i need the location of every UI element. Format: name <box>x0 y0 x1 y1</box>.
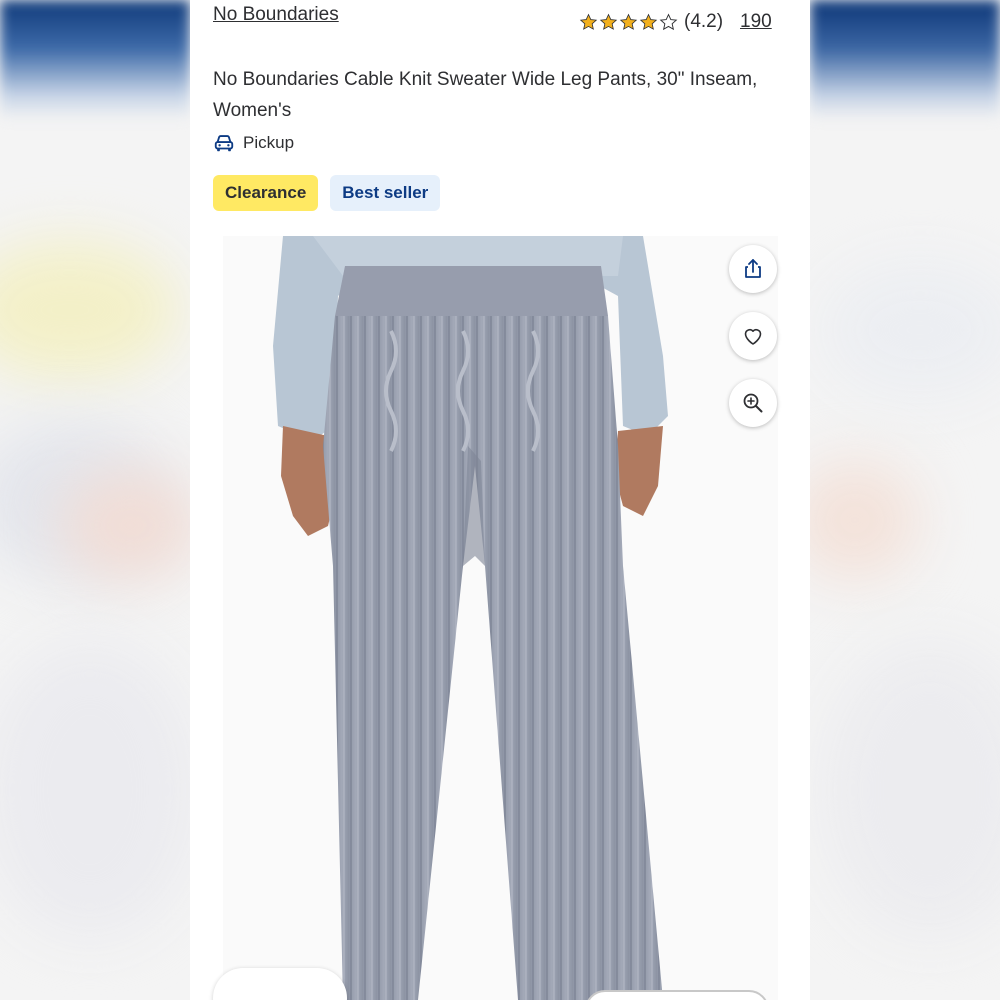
rating-value: (4.2) <box>684 11 724 32</box>
bottom-action-button[interactable] <box>585 990 769 1000</box>
fulfillment-option: Pickup <box>213 132 294 154</box>
product-image[interactable] <box>223 236 778 1000</box>
image-pager-control[interactable] <box>213 968 347 1000</box>
share-button[interactable] <box>729 245 777 293</box>
car-icon <box>214 135 234 152</box>
brand-link[interactable]: No Boundaries <box>213 4 339 26</box>
star-full-icon <box>579 13 598 30</box>
star-full-icon <box>639 13 658 30</box>
blurred-background-left <box>0 0 190 1000</box>
star-empty-icon <box>659 12 678 30</box>
heart-icon <box>744 328 762 345</box>
product-photo <box>223 236 778 1000</box>
favorite-button[interactable] <box>729 312 777 360</box>
product-title: No Boundaries Cable Knit Sweater Wide Le… <box>213 69 758 121</box>
clearance-badge: Clearance <box>213 175 319 211</box>
zoom-button[interactable] <box>729 379 777 427</box>
star-full-icon <box>619 13 638 30</box>
rating-stars[interactable]: (4.2) <box>579 10 723 34</box>
fulfillment-label: Pickup <box>243 133 295 152</box>
star-full-icon <box>599 13 618 30</box>
zoom-in-icon <box>743 393 763 413</box>
best-seller-badge: Best seller <box>330 175 441 211</box>
product-panel: No Boundaries (4.2) 190 No Boundaries Ca… <box>190 0 810 1000</box>
share-icon <box>745 259 761 278</box>
review-count-link[interactable]: 190 <box>740 11 772 33</box>
badge-row: Clearance Best seller <box>213 175 441 211</box>
star-row <box>579 12 678 32</box>
blurred-background-right <box>810 0 1000 1000</box>
